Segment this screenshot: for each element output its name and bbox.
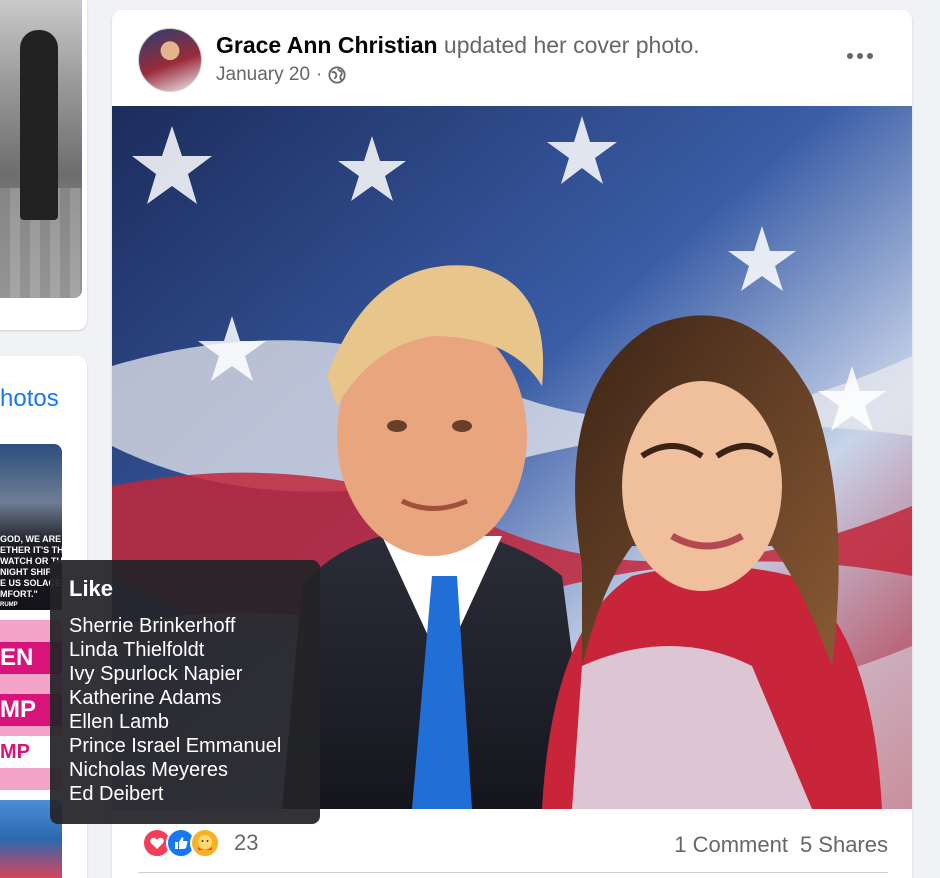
globe-icon[interactable]	[328, 66, 346, 84]
photo-figure	[20, 30, 58, 220]
photos-link[interactable]: hotos	[0, 385, 59, 413]
comments-count-link[interactable]: 1 Comment	[674, 832, 788, 858]
post-stats: 1 Comment 5 Shares	[674, 832, 888, 858]
post-footer: 23 1 Comment 5 Shares	[138, 822, 888, 868]
tooltip-name: Sherrie Brinkerhoff	[69, 615, 236, 637]
author-name[interactable]: Grace Ann Christian	[216, 32, 438, 58]
reactions-summary[interactable]: 23	[142, 828, 258, 858]
left-featured-photo[interactable]	[0, 0, 82, 298]
reaction-count[interactable]: 23	[234, 830, 258, 856]
tooltip-name: Ivy Spurlock Napier	[69, 663, 243, 685]
avatar[interactable]	[138, 28, 202, 92]
thumbs-up-icon	[175, 837, 188, 849]
more-horizontal-icon	[847, 53, 853, 59]
more-options-button[interactable]	[842, 42, 878, 70]
shares-count-link[interactable]: 5 Shares	[800, 832, 888, 858]
tooltip-name: Linda Thielfoldt	[69, 639, 205, 661]
tooltip-title: Like	[69, 576, 114, 601]
care-face-icon	[198, 835, 212, 850]
tooltip-name: Nicholas Meyeres	[69, 759, 228, 781]
more-dot	[867, 53, 873, 59]
care-reaction-icon	[190, 828, 220, 858]
footer-divider	[138, 872, 888, 873]
tooltip-name: Ed Deibert	[69, 783, 164, 805]
left-photo-card	[0, 0, 87, 330]
post-date[interactable]: January 20	[216, 64, 310, 86]
heart-icon	[150, 837, 164, 849]
tooltip-name: Ellen Lamb	[69, 711, 170, 733]
tooltip-name: Prince Israel Emmanuel	[69, 735, 282, 757]
post-meta: January 20 ·	[216, 64, 346, 86]
more-dot	[857, 53, 863, 59]
post-action-text: updated her cover photo.	[437, 32, 700, 58]
tooltip-name-list: Sherrie Brinkerhoff Linda Thielfoldt Ivy…	[69, 614, 301, 806]
meta-separator: ·	[316, 64, 323, 85]
tooltip-name: Katherine Adams	[69, 687, 222, 709]
post-header-line: Grace Ann Christian updated her cover ph…	[216, 32, 700, 59]
reactions-tooltip: Like Sherrie Brinkerhoff Linda Thielfold…	[50, 560, 320, 824]
